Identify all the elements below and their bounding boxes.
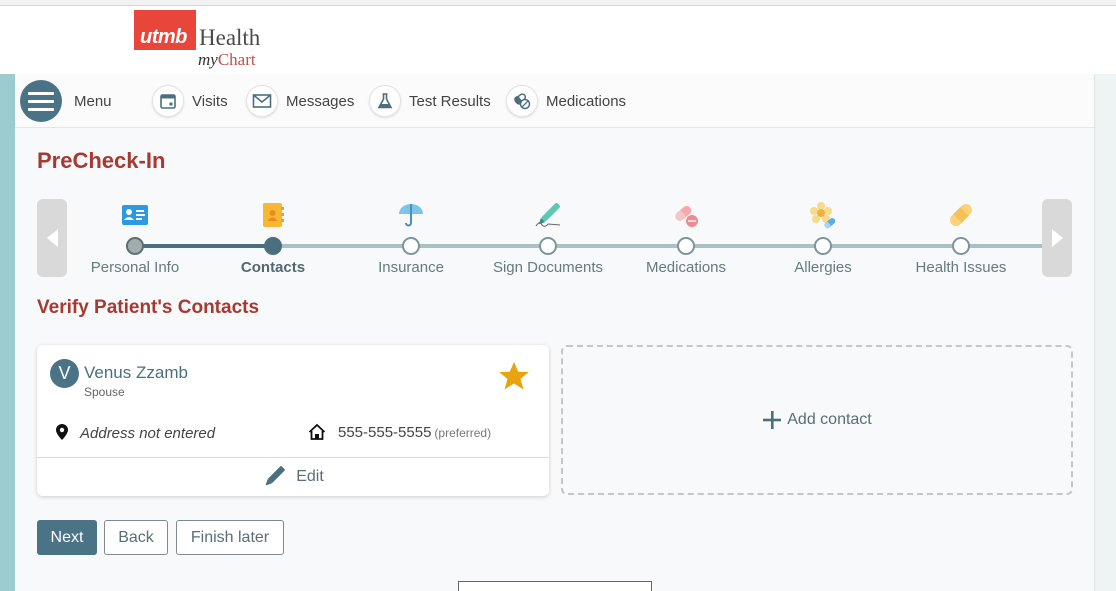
hamburger-menu-icon (20, 80, 62, 122)
nav-test-results-label: Test Results (409, 92, 491, 110)
left-decorative-band (0, 74, 15, 591)
logo-health-text: Health (199, 25, 261, 50)
envelope-icon (246, 85, 278, 117)
contact-phone: 555-555-5555 (preferred) (338, 424, 491, 441)
edit-label: Edit (296, 468, 324, 485)
calendar-icon (152, 85, 184, 117)
finish-later-button[interactable]: Finish later (176, 520, 284, 555)
add-contact-label: Add contact (787, 411, 872, 428)
plus-icon (763, 411, 782, 429)
step-personal-info[interactable]: Personal Info (65, 199, 205, 277)
chevron-right-icon (1051, 229, 1063, 247)
pill-icon (675, 205, 698, 227)
phone-number: 555-555-5555 (338, 424, 432, 441)
step-marker-todo (539, 237, 557, 255)
page-title: PreCheck-In (37, 148, 166, 173)
logo-utmb-text: utmb (140, 26, 187, 48)
step-label: Health Issues (915, 259, 1007, 276)
step-label: Personal Info (90, 259, 180, 276)
nav-visits[interactable]: Visits (152, 74, 228, 128)
star-icon[interactable] (497, 359, 531, 393)
pills-icon (506, 85, 538, 117)
utmb-health-mychart-logo[interactable]: utmb Health myChart (134, 10, 274, 70)
step-marker-done (126, 237, 144, 255)
flower-allergy-icon (810, 202, 836, 229)
step-label: Sign Documents (492, 259, 604, 276)
step-contacts[interactable]: Contacts (203, 199, 343, 277)
right-scroll-gutter (1094, 74, 1116, 591)
back-button[interactable]: Back (104, 520, 168, 555)
id-card-icon (122, 205, 148, 225)
logo-my: my (198, 50, 218, 69)
nav-medications[interactable]: Medications (506, 74, 626, 128)
home-phone-icon (308, 423, 326, 440)
contact-name: Venus Zzamb (84, 363, 188, 382)
contact-card: V Venus Zzamb Spouse Address not entered… (37, 345, 549, 496)
step-label: Medications (645, 259, 727, 276)
phone-preferred-note: (preferred) (434, 426, 492, 440)
stepper-prev-button[interactable] (37, 199, 67, 277)
contact-relationship: Spouse (84, 385, 125, 399)
logo-chart: Chart (217, 50, 256, 69)
site-header: utmb Health myChart (0, 6, 1116, 74)
step-marker-todo (677, 237, 695, 255)
nav-menu-label: Menu (74, 92, 112, 110)
umbrella-icon (399, 204, 423, 227)
step-medications[interactable]: Medications (616, 199, 756, 277)
step-health-issues[interactable]: Health Issues (891, 199, 1031, 277)
nav-test-results[interactable]: Test Results (369, 74, 491, 128)
nav-menu[interactable]: Menu (20, 74, 112, 128)
step-allergies[interactable]: Allergies (753, 199, 893, 277)
nav-messages[interactable]: Messages (246, 74, 354, 128)
step-label: Contacts (240, 259, 306, 276)
avatar: V (50, 359, 79, 388)
step-sign-documents[interactable]: Sign Documents (478, 199, 618, 277)
address-book-icon (263, 203, 284, 227)
footer-box-partial (458, 581, 652, 591)
step-insurance[interactable]: Insurance (341, 199, 481, 277)
step-label: Insurance (378, 259, 444, 276)
logo-mychart-text: myChart (198, 50, 256, 70)
section-title: Verify Patient's Contacts (37, 297, 260, 318)
step-label: Allergies (794, 259, 852, 276)
chevron-left-icon (46, 229, 58, 247)
flask-icon (369, 85, 401, 117)
step-marker-current (264, 237, 282, 255)
contact-address: Address not entered (80, 425, 216, 442)
nav-visits-label: Visits (192, 92, 228, 110)
precheckin-stepper: Personal Info Contacts Insurance Sign Do… (37, 199, 1073, 277)
map-pin-icon (56, 424, 68, 440)
main-content: PreCheck-In Personal Info Contacts Insur… (15, 128, 1094, 591)
next-button[interactable]: Next (37, 520, 97, 555)
step-marker-todo (952, 237, 970, 255)
step-marker-todo (814, 237, 832, 255)
nav-messages-label: Messages (286, 92, 355, 110)
pencil-icon (265, 466, 286, 486)
add-contact-button[interactable]: Add contact (561, 345, 1073, 495)
edit-contact-button[interactable]: Edit (37, 458, 549, 496)
pen-signature-icon (535, 203, 561, 227)
nav-medications-label: Medications (546, 92, 627, 110)
bandage-icon (950, 204, 972, 226)
main-navbar: Menu Visits Messages Test Results Medica… (15, 74, 1094, 128)
logo-red-box: utmb (134, 10, 196, 50)
step-marker-todo (402, 237, 420, 255)
stepper-next-button[interactable] (1042, 199, 1072, 277)
